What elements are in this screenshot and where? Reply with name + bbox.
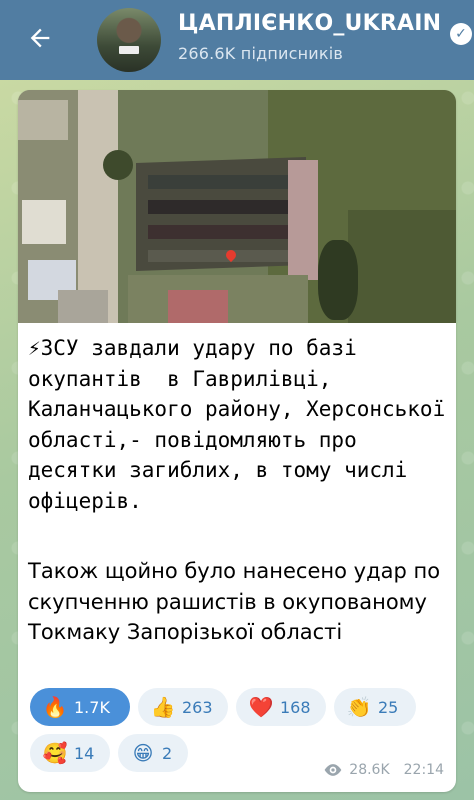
reaction-clap[interactable]: 👏 25 <box>334 688 416 726</box>
reaction-count: 14 <box>74 743 95 763</box>
smiling-face-with-hearts-icon: 🥰 <box>42 741 68 765</box>
channel-avatar[interactable] <box>97 8 161 72</box>
reaction-count: 168 <box>280 697 311 717</box>
reaction-heart[interactable]: ❤️ 168 <box>236 688 326 726</box>
message-meta: 28.6K 22:14 <box>323 762 444 778</box>
reaction-thumbs-up[interactable]: 👍 263 <box>138 688 228 726</box>
reaction-count: 2 <box>162 743 173 763</box>
clapping-hands-icon: 👏 <box>346 695 372 719</box>
channel-title: ЦАПЛІЄНКО_UKRAIN <box>178 11 442 36</box>
subscriber-count: 266.6K підписників <box>178 44 344 63</box>
press-vest-patch <box>119 46 139 54</box>
thumbs-up-icon: 👍 <box>150 695 176 719</box>
channel-header[interactable]: ЦАПЛІЄНКО_UKRAIN ✓ 266.6K підписників <box>0 0 474 80</box>
reaction-count: 263 <box>182 697 213 717</box>
reaction-count: 1.7K <box>74 697 110 717</box>
reaction-smiling-hearts[interactable]: 🥰 14 <box>30 734 110 772</box>
verified-badge-icon: ✓ <box>450 23 472 45</box>
arrow-left-icon <box>30 28 50 48</box>
reaction-fire[interactable]: 🔥 1.7K <box>30 688 130 726</box>
back-button[interactable] <box>20 18 60 58</box>
reaction-grin[interactable]: 😁 2 <box>118 734 188 772</box>
heart-icon: ❤️ <box>248 695 274 719</box>
message-bubble[interactable]: ⚡ЗСУ завдали удару по базі окупантів в Г… <box>18 90 456 792</box>
view-count: 28.6K <box>349 762 390 778</box>
satellite-photo[interactable] <box>18 90 456 323</box>
message-time: 22:14 <box>403 762 444 778</box>
eye-icon <box>324 764 342 776</box>
reaction-count: 25 <box>378 697 399 717</box>
grinning-face-icon: 😁 <box>132 741 154 765</box>
fire-icon: 🔥 <box>42 695 68 719</box>
message-paragraph-1: ⚡ЗСУ завдали удару по базі окупантів в Г… <box>28 336 446 513</box>
message-paragraph-2: Також щойно було нанесено удар по скупче… <box>28 559 447 644</box>
channel-title-block[interactable]: ЦАПЛІЄНКО_UKRAIN ✓ 266.6K підписників <box>178 10 474 63</box>
